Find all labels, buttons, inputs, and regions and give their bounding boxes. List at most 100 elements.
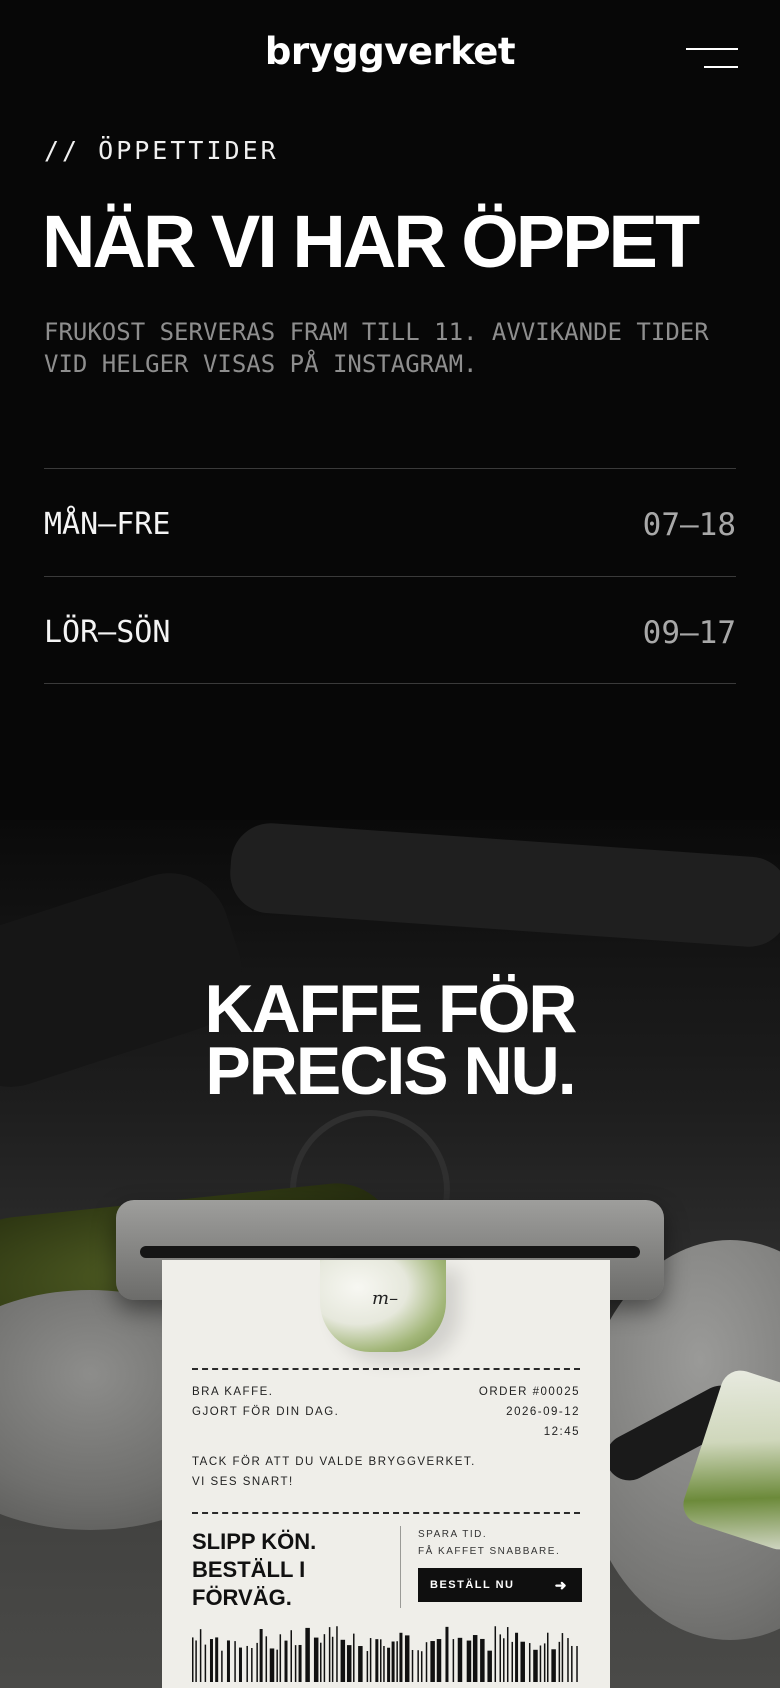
barcode-bar — [380, 1639, 382, 1682]
barcode-bar — [366, 1651, 369, 1682]
barcode-bar — [226, 1640, 230, 1682]
barcode-bar — [425, 1642, 428, 1682]
menu-line-bottom — [704, 66, 738, 68]
barcode-bar — [209, 1639, 213, 1682]
preorder-subtext-line-1: SPARA TID. — [418, 1529, 488, 1540]
receipt-tagline-line-1: BRA KAFFE. — [192, 1386, 274, 1398]
hours-row-weekend: LÖR–SÖN 09–17 — [44, 576, 736, 684]
barcode-bar — [480, 1638, 485, 1682]
preorder-heading: SLIPP KÖN. BESTÄLL I FÖRVÄG. — [192, 1528, 316, 1612]
barcode-bar — [567, 1638, 569, 1682]
vertical-divider — [400, 1526, 401, 1608]
barcode-bar — [539, 1645, 542, 1682]
barcode-bar — [561, 1633, 564, 1682]
barcode-bar — [411, 1649, 414, 1682]
barcode-bar — [528, 1643, 531, 1682]
preorder-heading-line-1: SLIPP KÖN. — [192, 1529, 317, 1554]
barcode-bar — [290, 1630, 292, 1682]
order-date: 2026-09-12 — [506, 1406, 580, 1418]
order-number: ORDER #00025 — [478, 1386, 580, 1398]
barcode-bar — [221, 1650, 223, 1682]
hours-description: FRUKOST SERVERAS FRAM TILL 11. AVVIKANDE… — [44, 318, 709, 378]
barcode-bar — [391, 1641, 395, 1682]
barcode-bar — [399, 1632, 403, 1682]
hours-day-label: LÖR–SÖN — [44, 615, 171, 650]
barcode — [192, 1626, 578, 1682]
barcode-bar — [452, 1639, 455, 1682]
order-now-label: BESTÄLL NU — [430, 1579, 515, 1591]
barcode-bar — [251, 1648, 253, 1682]
barcode-bar — [192, 1637, 194, 1682]
barcode-bar — [511, 1641, 514, 1682]
barcode-bar — [276, 1649, 278, 1682]
order-time: 12:45 — [543, 1426, 580, 1438]
barcode-bar — [503, 1638, 505, 1682]
printer-slot — [140, 1246, 640, 1258]
barcode-bar — [353, 1633, 355, 1682]
barcode-bar — [323, 1634, 326, 1682]
site-header: bryggverket — [0, 0, 780, 110]
opening-hours-list: MÅN–FRE 07–18 LÖR–SÖN 09–17 — [44, 468, 736, 684]
barcode-bar — [420, 1651, 423, 1682]
receipt-thanks-line-2: VI SES SNART! — [192, 1476, 294, 1488]
barcode-bar — [204, 1644, 207, 1682]
barcode-bar — [445, 1626, 449, 1682]
preorder-subtext-line-2: FÅ KAFFET SNABBARE. — [418, 1546, 561, 1557]
hero-title-line-2: PRECIS NU. — [205, 1033, 576, 1109]
barcode-bar — [533, 1649, 538, 1682]
barcode-bar — [331, 1636, 334, 1682]
hero-title-line-1: KAFFE FÖR — [204, 971, 577, 1047]
barcode-bar — [499, 1634, 502, 1682]
barcode-bar — [571, 1645, 573, 1682]
barcode-bar — [436, 1639, 442, 1682]
barcode-bar — [375, 1639, 379, 1682]
barcode-bar — [466, 1640, 472, 1682]
barcode-bar — [430, 1641, 435, 1682]
barcode-bar — [346, 1645, 352, 1682]
barcode-bar — [457, 1637, 463, 1682]
cup-logo-mark: т– — [372, 1288, 399, 1309]
barcode-bar — [199, 1629, 202, 1682]
coffee-cup-image: т– — [320, 1260, 446, 1352]
barcode-bar — [558, 1641, 561, 1682]
barcode-bar — [404, 1635, 410, 1682]
hours-heading: NÄR VI HAR ÖPPET — [42, 200, 700, 283]
order-now-button[interactable]: BESTÄLL NU ➜ — [418, 1568, 582, 1602]
receipt-divider — [192, 1512, 580, 1514]
barcode-bar — [546, 1632, 549, 1682]
barcode-bar — [551, 1649, 556, 1682]
receipt-thanks: TACK FÖR ATT DU VALDE BRYGGVERKET. VI SE… — [192, 1452, 476, 1492]
barcode-bar — [472, 1635, 478, 1682]
barcode-bar — [520, 1641, 525, 1682]
barcode-bar — [195, 1640, 197, 1682]
hours-time-value: 09–17 — [642, 615, 736, 651]
hours-day-label: MÅN–FRE — [44, 507, 171, 542]
hours-time-value: 07–18 — [642, 507, 736, 543]
barcode-bar — [294, 1645, 297, 1682]
barcode-bar — [238, 1647, 242, 1682]
order-receipt: т– BRA KAFFE. GJORT FÖR DIN DAG. ORDER #… — [162, 1260, 610, 1688]
hours-row-weekdays: MÅN–FRE 07–18 — [44, 468, 736, 576]
barcode-bar — [494, 1626, 497, 1682]
brand-logo[interactable]: bryggverket — [0, 30, 780, 73]
barcode-bar — [298, 1644, 302, 1682]
arrow-right-icon: ➜ — [554, 1577, 568, 1593]
barcode-bar — [284, 1640, 288, 1682]
barcode-bar — [396, 1641, 398, 1682]
receipt-thanks-line-1: TACK FÖR ATT DU VALDE BRYGGVERKET. — [192, 1456, 476, 1468]
barcode-bar — [320, 1642, 322, 1682]
barcode-bar — [256, 1642, 258, 1682]
hero-title: KAFFE FÖR PRECIS NU. — [0, 971, 780, 1109]
barcode-bar — [387, 1647, 391, 1682]
preorder-subtext: SPARA TID. FÅ KAFFET SNABBARE. — [418, 1526, 560, 1560]
barcode-bar — [487, 1650, 492, 1682]
barcode-bar — [340, 1639, 346, 1682]
barcode-bar — [417, 1650, 419, 1682]
receipt-tagline-line-2: GJORT FÖR DIN DAG. — [192, 1406, 340, 1418]
background-photo-shape — [227, 820, 780, 950]
barcode-bar — [576, 1646, 578, 1682]
barcode-bar — [328, 1627, 331, 1682]
hamburger-menu-icon[interactable] — [682, 44, 738, 72]
preorder-heading-line-3: FÖRVÄG. — [192, 1585, 292, 1610]
barcode-bar — [336, 1626, 338, 1682]
